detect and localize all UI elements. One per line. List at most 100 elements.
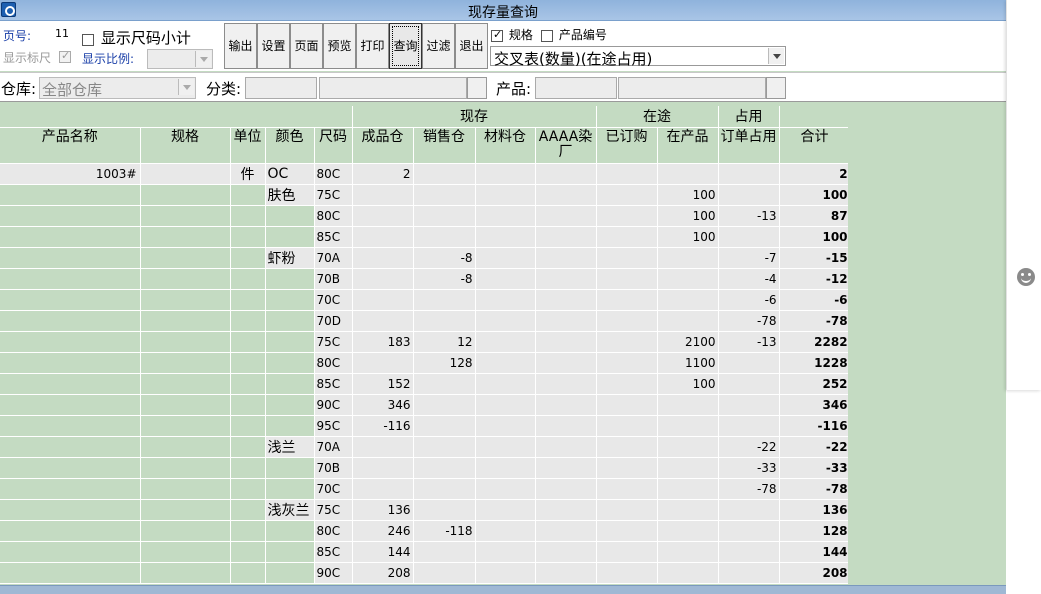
cell-size[interactable]: 80C [314,163,353,185]
table-row[interactable]: 85C 144 144 [0,541,848,563]
cell-unit[interactable] [230,436,266,458]
cell-color[interactable] [265,268,315,290]
cell-ordered[interactable] [596,289,658,311]
cell-size[interactable]: 80C [314,520,353,542]
cell-color[interactable] [265,457,315,479]
cell-in-production[interactable] [657,163,719,185]
cell-total[interactable]: -22 [779,436,848,458]
cell-in-production[interactable]: 100 [657,184,719,206]
table-row[interactable]: 70C -78 -78 [0,478,848,500]
cell-spec[interactable] [140,478,231,500]
product-code-field[interactable] [535,77,617,99]
cell-finished-wh[interactable]: 346 [352,394,414,416]
col-header-total[interactable]: 合计 [779,127,848,164]
cell-ordered[interactable] [596,415,658,437]
cell-size[interactable]: 90C [314,562,353,584]
product-code-option[interactable]: 产品编号 [541,26,607,43]
cell-in-production[interactable] [657,310,719,332]
cell-ordered[interactable] [596,247,658,269]
cell-aaaa-dye[interactable] [535,247,597,269]
cell-in-production[interactable] [657,499,719,521]
cell-material-wh[interactable] [475,331,536,353]
cell-aaaa-dye[interactable] [535,331,597,353]
cell-ordered[interactable] [596,457,658,479]
cell-in-production[interactable] [657,520,719,542]
cell-finished-wh[interactable] [352,457,414,479]
cell-material-wh[interactable] [475,478,536,500]
cell-material-wh[interactable] [475,436,536,458]
cell-in-production[interactable]: 100 [657,226,719,248]
cell-unit[interactable] [230,310,266,332]
cell-order-occupied[interactable]: -4 [718,268,780,290]
cell-color[interactable] [265,226,315,248]
cell-size[interactable]: 85C [314,373,353,395]
cell-total[interactable]: -78 [779,310,848,332]
cell-spec[interactable] [140,310,231,332]
cell-spec[interactable] [140,562,231,584]
cell-ordered[interactable] [596,520,658,542]
stock-grid[interactable]: 现存 在途 占用 产品名称 规格 单位 颜色 尺码 成品仓 销售仓 材料仓 AA… [0,106,848,584]
col-header-finished-wh[interactable]: 成品仓 [352,127,414,164]
cell-spec[interactable] [140,373,231,395]
cell-color[interactable] [265,541,315,563]
cell-spec[interactable] [140,163,231,185]
cell-size[interactable]: 95C [314,415,353,437]
cell-in-production[interactable] [657,562,719,584]
cell-ordered[interactable] [596,394,658,416]
table-row[interactable]: 75C 183 12 2100 -13 2282 [0,331,848,353]
cell-aaaa-dye[interactable] [535,478,597,500]
cell-spec[interactable] [140,205,231,227]
cell-aaaa-dye[interactable] [535,163,597,185]
cell-size[interactable]: 75C [314,331,353,353]
cell-total[interactable]: 100 [779,226,848,248]
cell-spec[interactable] [140,499,231,521]
cell-order-occupied[interactable]: -13 [718,205,780,227]
cell-sales-wh[interactable]: -8 [413,268,476,290]
cell-color[interactable] [265,478,315,500]
cell-finished-wh[interactable] [352,352,414,374]
cell-in-production[interactable] [657,268,719,290]
cell-order-occupied[interactable] [718,373,780,395]
table-row[interactable]: 85C 100 100 [0,226,848,248]
cell-material-wh[interactable] [475,289,536,311]
cell-total[interactable]: -15 [779,247,848,269]
table-row[interactable]: 70B -33 -33 [0,457,848,479]
cell-aaaa-dye[interactable] [535,310,597,332]
cell-material-wh[interactable] [475,310,536,332]
cell-product-name[interactable] [0,310,141,332]
cell-color[interactable] [265,331,315,353]
cell-sales-wh[interactable] [413,562,476,584]
cell-product-name[interactable] [0,352,141,374]
cell-in-production[interactable] [657,394,719,416]
table-row[interactable]: 浅灰兰 75C 136 136 [0,499,848,521]
cell-unit[interactable] [230,478,266,500]
cell-material-wh[interactable] [475,163,536,185]
cell-finished-wh[interactable] [352,247,414,269]
cell-product-name[interactable] [0,436,141,458]
cell-color[interactable] [265,289,315,311]
cell-finished-wh[interactable] [352,310,414,332]
cell-finished-wh[interactable]: 136 [352,499,414,521]
table-row[interactable]: 80C 100 -13 87 [0,205,848,227]
cell-order-occupied[interactable] [718,226,780,248]
cell-unit[interactable] [230,289,266,311]
cell-sales-wh[interactable] [413,184,476,206]
preview-button[interactable]: 预览 [323,23,356,69]
cell-color[interactable] [265,205,315,227]
cell-total[interactable]: 1228 [779,352,848,374]
cell-total[interactable]: 144 [779,541,848,563]
cell-spec[interactable] [140,268,231,290]
chevron-down-icon[interactable] [195,51,211,67]
cell-sales-wh[interactable] [413,415,476,437]
cell-material-wh[interactable] [475,394,536,416]
cell-spec[interactable] [140,184,231,206]
cell-sales-wh[interactable] [413,457,476,479]
cell-sales-wh[interactable] [413,289,476,311]
show-size-subtotal-checkbox[interactable] [82,33,94,46]
cell-order-occupied[interactable]: -6 [718,289,780,311]
cell-ordered[interactable] [596,373,658,395]
cell-product-name[interactable] [0,415,141,437]
cell-unit[interactable] [230,205,266,227]
smiley-icon[interactable] [1017,268,1035,286]
cell-order-occupied[interactable]: -13 [718,331,780,353]
